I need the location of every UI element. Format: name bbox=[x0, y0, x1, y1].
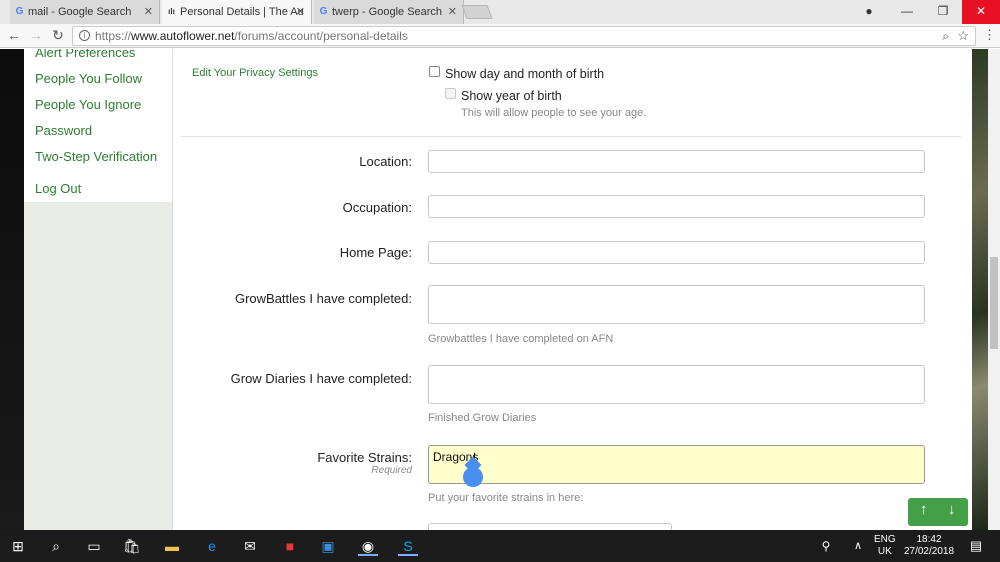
taskbar: ⊞ ⌕ ▭ 🛍 ▬ e ✉ ■ ▣ ◉ S ⚲ ∧ ENG UK 18:42 27/… bbox=[0, 530, 1000, 562]
page-scrollbar[interactable] bbox=[988, 49, 1000, 530]
location-label: Location: bbox=[359, 154, 412, 169]
app-store-icon[interactable]: ▣ bbox=[318, 536, 338, 556]
clock[interactable]: 18:42 27/02/2018 bbox=[902, 534, 956, 558]
show-day-month-checkbox[interactable] bbox=[429, 66, 440, 77]
growbattles-label: GrowBattles I have completed: bbox=[234, 291, 412, 306]
homepage-label: Home Page: bbox=[339, 245, 412, 260]
scroll-down-icon[interactable]: ↓ bbox=[948, 501, 956, 518]
new-tab-button[interactable] bbox=[461, 5, 493, 19]
site-logo-icon: ılı bbox=[168, 7, 175, 16]
account-sidebar: Alert Preferences People You Follow Peop… bbox=[24, 49, 172, 202]
profile-icon[interactable]: ● bbox=[852, 0, 886, 24]
age-hint: This will allow people to see your age. bbox=[461, 107, 647, 119]
google-icon: G bbox=[15, 6, 24, 17]
background-left bbox=[0, 49, 24, 530]
strains-hint: Put your favorite strains in here: bbox=[428, 492, 584, 504]
tab-personal-details[interactable]: ılı Personal Details | The Au ✕ bbox=[162, 0, 312, 24]
sidebar-item-two-step[interactable]: Two-Step Verification bbox=[35, 149, 157, 164]
google-icon: G bbox=[319, 6, 328, 17]
forward-icon[interactable]: → bbox=[27, 26, 45, 44]
required-note: Required bbox=[371, 465, 412, 476]
strains-label: Favorite Strains: bbox=[317, 450, 412, 465]
growbattles-textarea[interactable] bbox=[428, 285, 925, 324]
scroll-up-icon[interactable]: ↑ bbox=[920, 501, 928, 518]
language-indicator[interactable]: ENG UK bbox=[874, 534, 896, 558]
sidebar-item-people-you-ignore[interactable]: People You Ignore bbox=[35, 97, 141, 112]
show-year-label: Show year of birth bbox=[461, 89, 562, 103]
close-icon[interactable]: ✕ bbox=[144, 0, 153, 24]
favorite-strains-textarea[interactable]: Dragons bbox=[428, 445, 925, 484]
store-icon[interactable]: 🛍 bbox=[122, 536, 142, 556]
occupation-label: Occupation: bbox=[342, 200, 412, 215]
window-close-button[interactable]: ✕ bbox=[962, 0, 1000, 24]
menu-icon[interactable]: ⋮ bbox=[983, 27, 996, 43]
info-icon[interactable]: i bbox=[79, 30, 90, 41]
people-icon[interactable]: ⚲ bbox=[816, 536, 836, 556]
occupation-input[interactable] bbox=[428, 195, 925, 218]
search-icon[interactable]: ⌕ bbox=[46, 536, 66, 556]
sidebar-item-people-you-follow[interactable]: People You Follow bbox=[35, 71, 142, 86]
notifications-icon[interactable]: ▤ bbox=[966, 536, 986, 556]
sidebar-item-alert-preferences[interactable]: Alert Preferences bbox=[35, 49, 135, 60]
sidebar-item-password[interactable]: Password bbox=[35, 123, 92, 138]
growbattles-hint: Growbattles I have completed on AFN bbox=[428, 333, 614, 345]
show-year-checkbox[interactable] bbox=[445, 88, 456, 99]
growdiaries-label: Grow Diaries I have completed: bbox=[230, 371, 412, 386]
tab-title: twerp - Google Search bbox=[332, 6, 443, 18]
chevron-up-icon[interactable]: ∧ bbox=[848, 536, 868, 556]
tab-mail-search[interactable]: G mail - Google Search ✕ bbox=[10, 0, 160, 24]
close-icon[interactable]: ✕ bbox=[296, 0, 305, 24]
tab-twerp-search[interactable]: G twerp - Google Search ✕ bbox=[314, 0, 464, 24]
next-field-partial[interactable] bbox=[428, 523, 672, 530]
sidebar-background bbox=[24, 202, 172, 530]
homepage-input[interactable] bbox=[428, 241, 925, 264]
tab-strip: G mail - Google Search ✕ ılı Personal De… bbox=[0, 0, 1000, 24]
scrollbar-thumb[interactable] bbox=[990, 257, 998, 349]
windows-start-icon[interactable]: ⊞ bbox=[8, 536, 28, 556]
reload-icon[interactable]: ↻ bbox=[49, 26, 67, 44]
skype-icon[interactable]: S bbox=[398, 536, 418, 556]
close-icon[interactable]: ✕ bbox=[448, 0, 457, 24]
touch-handle-icon[interactable] bbox=[463, 467, 483, 487]
url-text[interactable]: https://www.autoflower.net/forums/accoun… bbox=[95, 29, 408, 43]
growdiaries-textarea[interactable] bbox=[428, 365, 925, 404]
growdiaries-hint: Finished Grow Diaries bbox=[428, 412, 537, 424]
sidebar-item-log-out[interactable]: Log Out bbox=[35, 181, 81, 196]
background-right bbox=[972, 49, 988, 530]
divider bbox=[181, 136, 961, 137]
back-icon[interactable]: ← bbox=[5, 26, 23, 44]
task-view-icon[interactable]: ▭ bbox=[84, 536, 104, 556]
location-input[interactable] bbox=[428, 150, 925, 173]
page-viewport: Alert Preferences People You Follow Peop… bbox=[0, 49, 1000, 530]
show-day-month-label: Show day and month of birth bbox=[445, 67, 605, 81]
privacy-settings-link[interactable]: Edit Your Privacy Settings bbox=[192, 67, 318, 79]
scroll-buttons: ↑ ↓ bbox=[908, 498, 968, 526]
mail-icon[interactable]: ✉ bbox=[240, 536, 260, 556]
tab-title: Personal Details | The Au bbox=[180, 6, 304, 18]
address-bar[interactable]: i https://www.autoflower.net/forums/acco… bbox=[72, 26, 976, 46]
browser-toolbar: ← → ↻ i https://www.autoflower.net/forum… bbox=[0, 24, 1000, 48]
minimize-button[interactable]: — bbox=[890, 0, 924, 24]
app-icon[interactable]: ■ bbox=[280, 536, 300, 556]
file-explorer-icon[interactable]: ▬ bbox=[162, 536, 182, 556]
edge-icon[interactable]: e bbox=[202, 536, 222, 556]
tab-title: mail - Google Search bbox=[28, 6, 132, 18]
restore-button[interactable]: ❐ bbox=[926, 0, 960, 24]
personal-details-form: Edit Your Privacy Settings Show day and … bbox=[172, 49, 972, 530]
zoom-icon[interactable]: ⌕ bbox=[942, 29, 949, 44]
chrome-icon[interactable]: ◉ bbox=[358, 536, 378, 556]
bookmark-star-icon[interactable]: ☆ bbox=[957, 28, 969, 44]
